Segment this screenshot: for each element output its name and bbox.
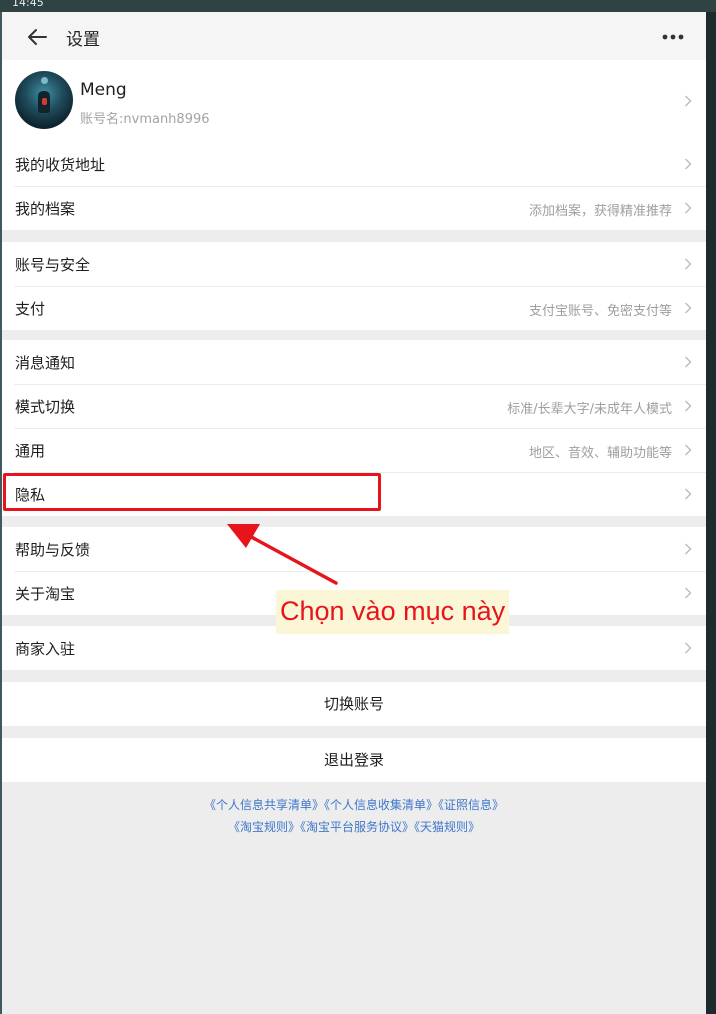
account-card: 账号与安全 支付 支付宝账号、免密支付等 (2, 242, 706, 330)
settings-item-profile-file[interactable]: 我的档案 添加档案，获得精准推荐 (2, 186, 706, 230)
settings-item-label: 通用 (15, 442, 46, 460)
settings-item-payment[interactable]: 支付 支付宝账号、免密支付等 (2, 286, 706, 330)
logout-button[interactable]: 退出登录 (2, 738, 706, 782)
profile-card: Meng 账号名:nvmanh8996 我的收货地址 我的档案 添加档案，获得精… (2, 60, 706, 230)
chevron-right-icon (685, 587, 692, 599)
chevron-right-icon (685, 302, 692, 314)
settings-item-label: 帮助与反馈 (15, 541, 91, 559)
settings-item-label: 我的档案 (15, 200, 76, 218)
chevron-right-icon (685, 95, 692, 107)
background-edge (706, 12, 716, 1014)
settings-item-label: 消息通知 (15, 354, 76, 372)
chevron-right-icon (685, 258, 692, 270)
page-title: 设置 (66, 30, 100, 50)
annotation-arrow-icon (227, 524, 338, 585)
profile-name: Meng (80, 80, 127, 100)
chevron-right-icon (685, 202, 692, 214)
settings-item-hint: 地区、音效、辅助功能等 (528, 446, 672, 461)
settings-item-help-feedback[interactable]: 帮助与反馈 (2, 527, 706, 571)
privacy-highlight-box (3, 473, 381, 511)
top-bar: 设置 (2, 12, 706, 60)
more-options-icon[interactable] (660, 26, 686, 48)
settings-item-mode-switch[interactable]: 模式切换 标准/长辈大字/未成年人模式 (2, 384, 706, 428)
profile-row[interactable]: Meng 账号名:nvmanh8996 (2, 60, 706, 142)
settings-item-label: 支付 (15, 300, 46, 318)
settings-item-general[interactable]: 通用 地区、音效、辅助功能等 (2, 428, 706, 472)
footer-links: 《个人信息共享清单》《个人信息收集清单》《证照信息》 《淘宝规则》《淘宝平台服务… (2, 794, 706, 838)
settings-item-notifications[interactable]: 消息通知 (2, 340, 706, 384)
chevron-right-icon (685, 543, 692, 555)
annotation-text: Chọn vào mục này (276, 590, 510, 634)
settings-item-hint: 支付宝账号、免密支付等 (528, 304, 672, 319)
chevron-right-icon (685, 642, 692, 654)
status-time: 14:45 (12, 0, 44, 9)
chevron-right-icon (685, 444, 692, 456)
chevron-right-icon (685, 400, 692, 412)
avatar (15, 71, 73, 129)
switch-account-button[interactable]: 切换账号 (2, 682, 706, 726)
settings-item-label: 我的收货地址 (15, 156, 106, 174)
chevron-right-icon (685, 158, 692, 170)
settings-item-label: 关于淘宝 (15, 585, 76, 603)
chevron-right-icon (685, 356, 692, 368)
footer-links-line2[interactable]: 《淘宝规则》《淘宝平台服务协议》《天猫规则》 (2, 816, 706, 838)
settings-item-address[interactable]: 我的收货地址 (2, 142, 706, 186)
settings-item-hint: 添加档案，获得精准推荐 (528, 204, 672, 219)
back-arrow-icon[interactable] (24, 24, 50, 50)
settings-screen: 设置 Meng 账号名:nvmanh8996 我的收货地址 我的档案 添加档案，… (2, 12, 706, 1014)
status-bar: 14:45 (0, 0, 716, 12)
settings-item-account-security[interactable]: 账号与安全 (2, 242, 706, 286)
chevron-right-icon (685, 488, 692, 500)
settings-item-hint: 标准/长辈大字/未成年人模式 (507, 402, 672, 417)
profile-account: 账号名:nvmanh8996 (80, 112, 210, 127)
settings-item-label: 账号与安全 (15, 256, 91, 274)
settings-item-label: 模式切换 (15, 398, 76, 416)
settings-item-label: 商家入驻 (15, 640, 76, 658)
footer-links-line1[interactable]: 《个人信息共享清单》《个人信息收集清单》《证照信息》 (2, 794, 706, 816)
